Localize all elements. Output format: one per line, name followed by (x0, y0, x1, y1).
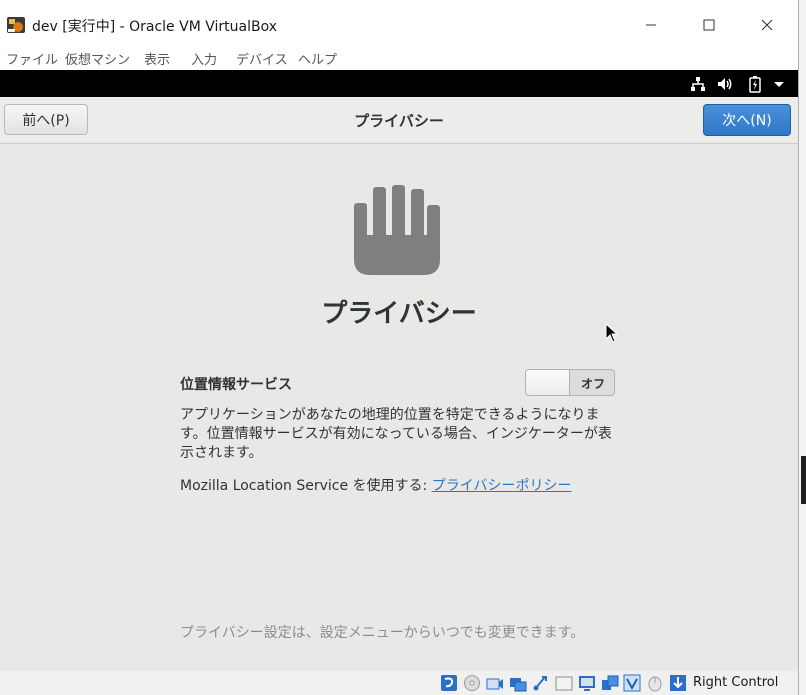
video-capture-icon[interactable] (601, 674, 619, 692)
guest-top-bar (0, 70, 798, 97)
location-services-label: 位置情報サービス (180, 377, 292, 393)
battery-icon[interactable] (746, 75, 764, 93)
menu-machine[interactable]: 仮想マシン (65, 49, 130, 68)
guest-screen: 前へ(P) プライバシー 次へ(N) プライバシー 位置情報サービス オフ アプ… (0, 97, 798, 671)
toggle-state-label: オフ (580, 377, 605, 391)
host-key-label: Right Control (693, 675, 779, 690)
mouse-integration-icon[interactable] (646, 674, 664, 692)
volume-icon[interactable] (716, 75, 734, 93)
location-description: アプリケーションがあなたの地理的位置を特定できるようになります。位置情報サービス… (180, 407, 612, 461)
location-services-toggle[interactable]: オフ (525, 369, 615, 396)
virtualbox-status-bar: Right Control (0, 671, 798, 695)
window-title: dev [実行中] - Oracle VM VirtualBox (32, 19, 277, 35)
network-adapter-icon[interactable] (509, 674, 527, 692)
toggle-knob (526, 370, 570, 395)
background-window-edge (799, 0, 806, 695)
keyboard-capture-icon[interactable] (669, 674, 687, 692)
maximize-icon (703, 19, 715, 31)
network-icon[interactable] (689, 75, 707, 93)
window-titlebar[interactable]: dev [実行中] - Oracle VM VirtualBox (0, 8, 798, 42)
background-window-mark (801, 456, 806, 504)
menu-view[interactable]: 表示 (144, 49, 170, 68)
usb-icon[interactable] (532, 674, 550, 692)
header-bar: 前へ(P) プライバシー 次へ(N) (0, 97, 798, 144)
display-icon[interactable] (578, 674, 596, 692)
page-heading: プライバシー (321, 299, 477, 329)
next-button[interactable]: 次へ(N) (703, 104, 791, 136)
header-title: プライバシー (354, 112, 444, 130)
maximize-button[interactable] (686, 8, 732, 42)
menu-help[interactable]: ヘルプ (298, 49, 337, 68)
shared-folders-icon[interactable] (555, 674, 573, 692)
audio-icon[interactable] (486, 674, 504, 692)
menu-file[interactable]: ファイル (6, 49, 58, 68)
privacy-policy-link[interactable]: プライバシーポリシー (432, 478, 572, 494)
close-icon (761, 19, 773, 31)
optical-drive-icon[interactable] (463, 674, 481, 692)
close-button[interactable] (744, 8, 790, 42)
minimize-button[interactable] (628, 8, 674, 42)
hard-disk-icon[interactable] (440, 674, 458, 692)
mls-line: Mozilla Location Service を使用する: プライバシーポリ… (180, 475, 571, 495)
footer-note: プライバシー設定は、設定メニューからいつでも変更できます。 (180, 625, 585, 641)
mouse-cursor-icon (605, 323, 619, 343)
minimize-icon (646, 24, 656, 26)
menu-input[interactable]: 入力 (191, 49, 217, 68)
virtualbox-window: dev [実行中] - Oracle VM VirtualBox ファイル 仮想… (0, 0, 799, 695)
menu-devices[interactable]: デバイス (236, 49, 288, 68)
hand-icon (354, 185, 440, 275)
virtualization-icon[interactable] (623, 674, 641, 692)
dropdown-icon[interactable] (770, 75, 788, 93)
mls-prefix: Mozilla Location Service を使用する: (180, 478, 432, 494)
menu-bar: ファイル 仮想マシン 表示 入力 デバイス ヘルプ (0, 44, 798, 70)
virtualbox-icon (7, 17, 25, 33)
